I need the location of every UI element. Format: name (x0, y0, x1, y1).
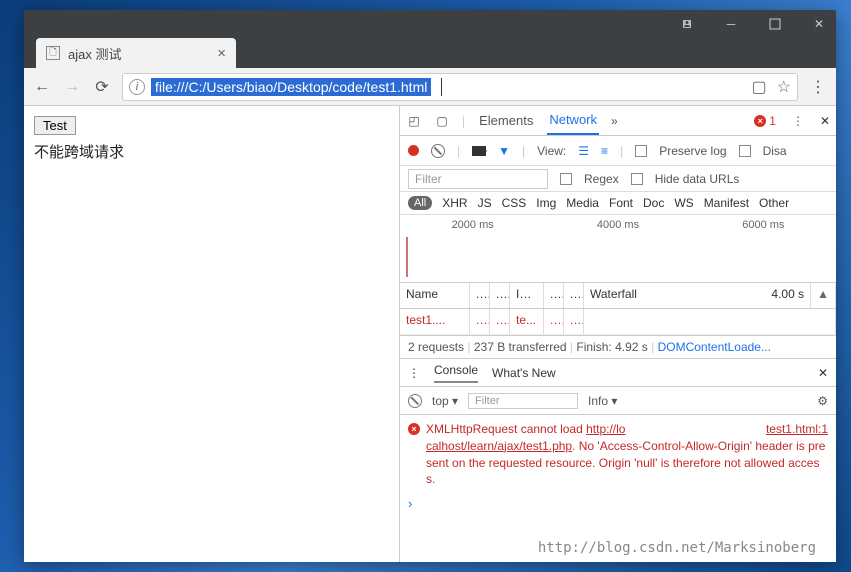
devtools-tab-bar: ◰ ▢ | Elements Network » ×1 ⋮ ✕ (400, 106, 836, 136)
reload-button[interactable]: ⟳ (92, 77, 112, 97)
console-filter-input[interactable]: Filter (468, 393, 578, 409)
network-toolbar: | ▼ | View: ☰ ≡ | Preserve log Disa (400, 136, 836, 166)
close-window-button[interactable]: ✕ (806, 14, 832, 34)
network-table-header: Name ... ... Ini... ... ... Waterfall4.0… (400, 283, 836, 309)
tab-whatsnew[interactable]: What's New (492, 366, 556, 380)
regex-checkbox[interactable] (560, 173, 572, 185)
page-body: Test 不能跨域请求 (24, 106, 399, 562)
large-rows-icon[interactable]: ☰ (578, 144, 589, 158)
maximize-button[interactable] (762, 14, 788, 34)
browser-tab[interactable]: 🗋 ajax 测试 × (36, 38, 236, 68)
network-summary: 2 requests | 237 B transferred | Finish:… (400, 335, 836, 359)
forward-button: → (62, 78, 82, 96)
tab-title: ajax 测试 (68, 44, 121, 63)
tick: 6000 ms (742, 219, 784, 231)
tab-console[interactable]: Console (434, 363, 478, 383)
timeline-bar (406, 237, 408, 277)
type-font[interactable]: Font (609, 196, 633, 210)
console-error-message[interactable]: × XMLHttpRequest cannot load http://lo t… (408, 421, 828, 488)
log-level-selector[interactable]: Info ▾ (588, 394, 617, 408)
type-img[interactable]: Img (536, 196, 556, 210)
toolbar: ← → ⟳ i file:///C:/Users/biao/Desktop/co… (24, 68, 836, 106)
type-xhr[interactable]: XHR (442, 196, 467, 210)
drawer-tabs: ⋮ Console What's New ✕ (400, 359, 836, 387)
tab-close-icon[interactable]: × (217, 45, 226, 62)
test-button[interactable]: Test (34, 116, 76, 135)
regex-label: Regex (584, 172, 619, 186)
content-area: Test 不能跨域请求 ◰ ▢ | Elements Network » ×1 … (24, 106, 836, 562)
url-text: file:///C:/Users/biao/Desktop/code/test1… (151, 78, 431, 96)
col[interactable]: ... (470, 283, 490, 308)
console-settings-icon[interactable]: ⚙ (817, 394, 828, 408)
bookmark-star-icon[interactable]: ☆ (777, 77, 791, 97)
type-all[interactable]: All (408, 196, 432, 210)
type-media[interactable]: Media (566, 196, 599, 210)
screenshot-icon[interactable] (472, 146, 486, 156)
console-prompt[interactable]: › (408, 496, 828, 511)
type-manifest[interactable]: Manifest (704, 196, 749, 210)
type-css[interactable]: CSS (502, 196, 527, 210)
devtools-menu-button[interactable]: ⋮ (788, 114, 808, 128)
browser-menu-button[interactable]: ⋮ (808, 77, 828, 97)
drawer-close-icon[interactable]: ✕ (818, 366, 828, 380)
waterfall-view-icon[interactable]: ≡ (601, 144, 608, 158)
type-js[interactable]: JS (478, 196, 492, 210)
page-text: 不能跨域请求 (34, 141, 389, 162)
tick: 4000 ms (597, 219, 639, 231)
hide-data-checkbox[interactable] (631, 173, 643, 185)
view-label: View: (537, 144, 566, 158)
filter-input[interactable]: Filter (408, 169, 548, 189)
account-icon[interactable] (674, 14, 700, 34)
hide-data-label: Hide data URLs (655, 172, 740, 186)
tab-network[interactable]: Network (547, 106, 599, 135)
address-bar[interactable]: i file:///C:/Users/biao/Desktop/code/tes… (122, 73, 798, 101)
network-table-row[interactable]: test1.... ...... te... ...... (400, 309, 836, 335)
translate-icon[interactable]: ▢ (752, 77, 767, 97)
inspect-icon[interactable]: ◰ (406, 113, 422, 129)
page-favicon: 🗋 (46, 46, 60, 60)
record-button[interactable] (408, 145, 419, 156)
back-button[interactable]: ← (32, 78, 52, 96)
col[interactable]: ... (564, 283, 584, 308)
titlebar: ─ ✕ (24, 10, 836, 38)
scroll-up-icon[interactable]: ▲ (811, 283, 836, 308)
watermark-text: http://blog.csdn.net/Marksinoberg (538, 540, 816, 556)
clear-console-button[interactable] (408, 394, 422, 408)
device-toggle-icon[interactable]: ▢ (434, 113, 450, 129)
tick: 2000 ms (452, 219, 494, 231)
preserve-log-checkbox[interactable] (635, 145, 647, 157)
col[interactable]: ... (490, 283, 510, 308)
text-cursor (441, 78, 442, 96)
type-doc[interactable]: Doc (643, 196, 664, 210)
drawer-menu-icon[interactable]: ⋮ (408, 366, 420, 380)
col-initiator[interactable]: Ini... (510, 283, 544, 308)
site-info-icon[interactable]: i (129, 79, 145, 95)
devtools-close-icon[interactable]: ✕ (820, 114, 830, 128)
col-waterfall[interactable]: Waterfall4.00 s (584, 283, 811, 308)
console-toolbar: top ▾ Filter Info ▾ ⚙ (400, 387, 836, 415)
type-other[interactable]: Other (759, 196, 789, 210)
network-timeline[interactable]: 2000 ms 4000 ms 6000 ms (400, 215, 836, 283)
minimize-button[interactable]: ─ (718, 14, 744, 34)
error-badge[interactable]: ×1 (754, 114, 776, 128)
resource-type-filter: All XHR JS CSS Img Media Font Doc WS Man… (400, 192, 836, 215)
clear-button[interactable] (431, 144, 445, 158)
error-icon: × (408, 423, 420, 435)
filter-toggle-icon[interactable]: ▼ (498, 144, 510, 158)
cell-initiator: te... (510, 309, 544, 334)
context-selector[interactable]: top ▾ (432, 394, 458, 408)
tab-strip: 🗋 ajax 测试 × (24, 38, 836, 68)
disable-cache-label: Disa (763, 144, 787, 158)
type-ws[interactable]: WS (674, 196, 693, 210)
col-name[interactable]: Name (400, 283, 470, 308)
browser-window: ─ ✕ 🗋 ajax 测试 × ← → ⟳ i file:///C:/Users… (24, 10, 836, 562)
preserve-log-label: Preserve log (659, 144, 726, 158)
more-tabs-icon[interactable]: » (611, 114, 618, 128)
devtools-panel: ◰ ▢ | Elements Network » ×1 ⋮ ✕ | ▼ | Vi… (399, 106, 836, 562)
tab-elements[interactable]: Elements (477, 107, 535, 134)
col[interactable]: ... (544, 283, 564, 308)
disable-cache-checkbox[interactable] (739, 145, 751, 157)
cell-name: test1.... (400, 309, 470, 334)
filter-row: Filter Regex Hide data URLs (400, 166, 836, 192)
